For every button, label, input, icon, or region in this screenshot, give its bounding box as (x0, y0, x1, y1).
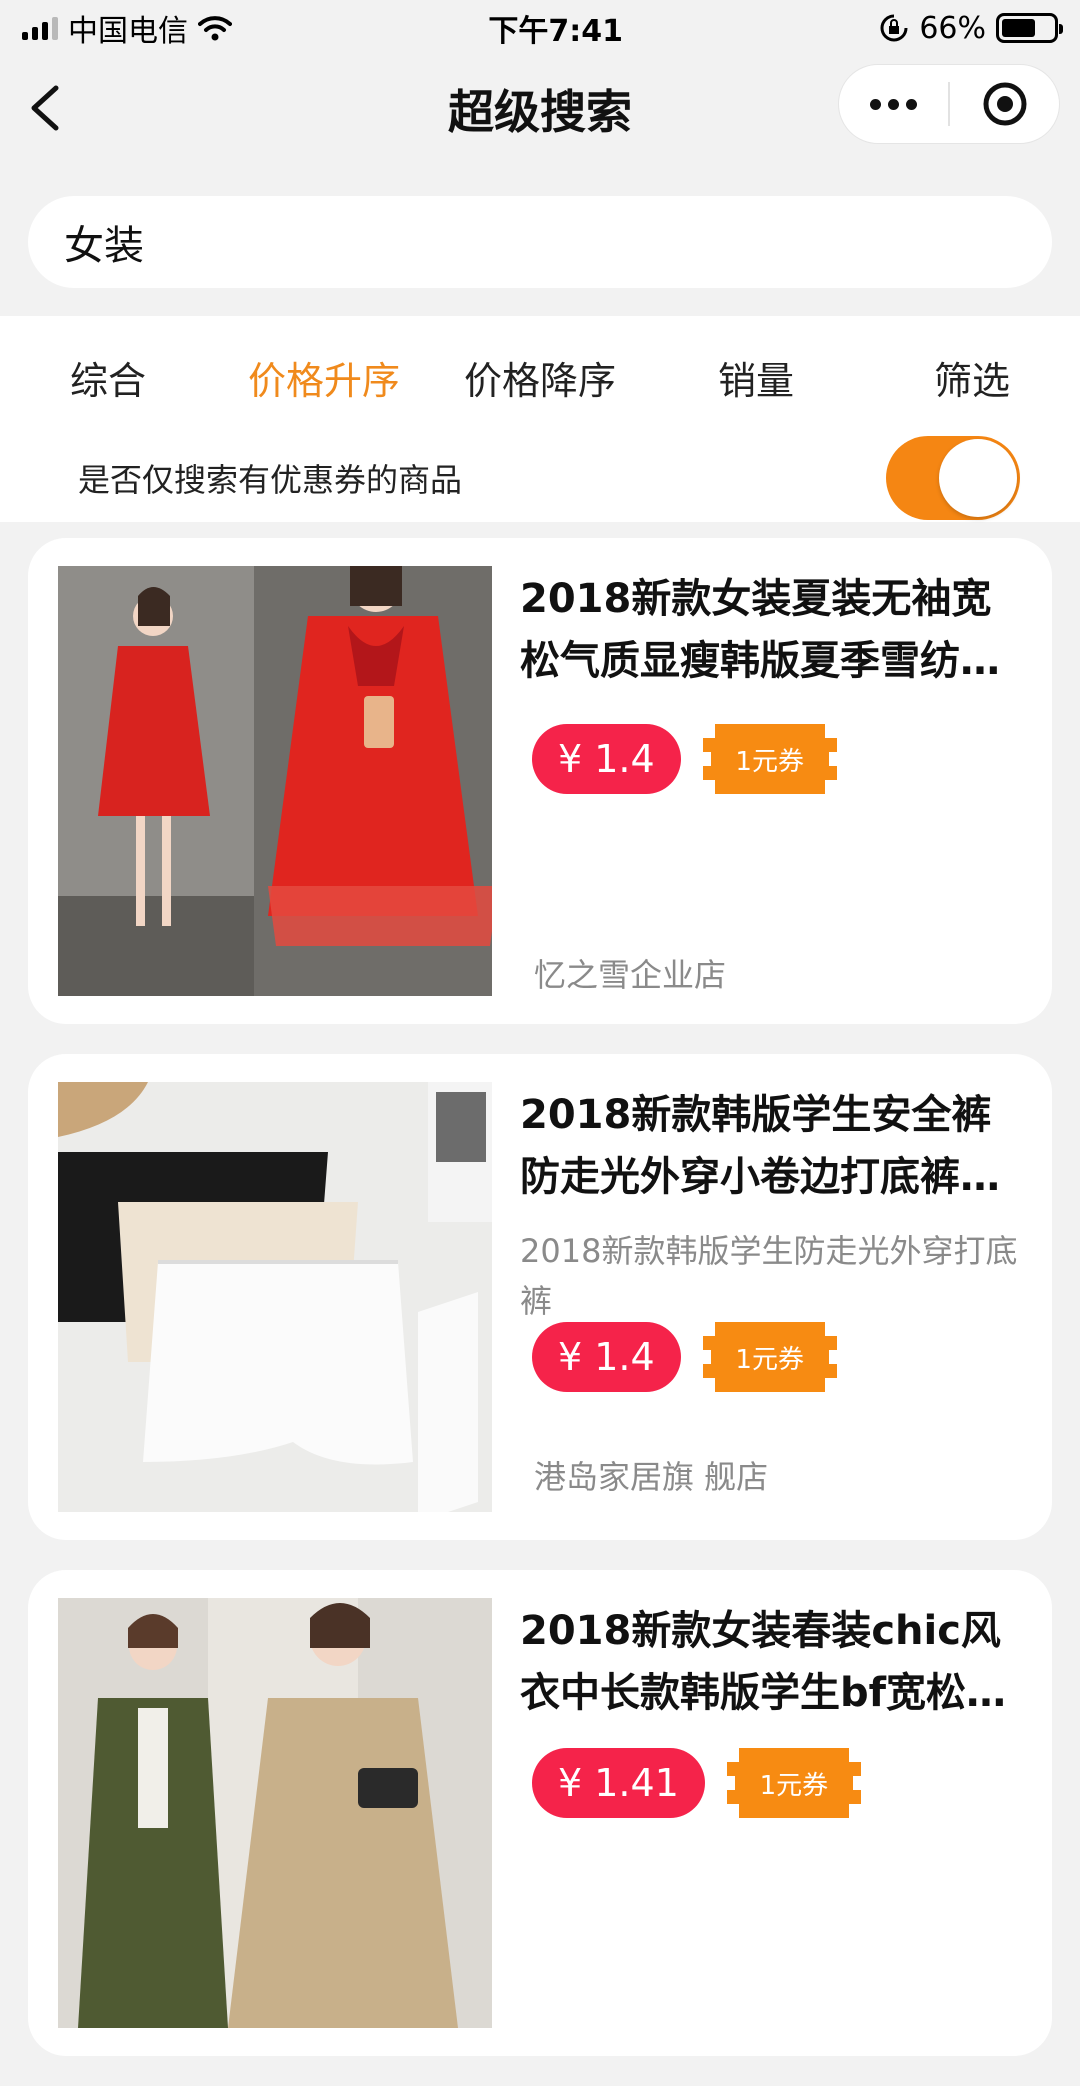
coupon-badge[interactable]: 1元券 (719, 1740, 869, 1826)
status-left: 中国电信 (22, 6, 232, 50)
price-tag: ¥ 1.4 (532, 724, 681, 794)
price-row: ¥ 1.4 1元券 (532, 1314, 845, 1400)
status-bar: 中国电信 下午7:41 66% (0, 0, 1080, 56)
coupon-label: 1元券 (735, 746, 804, 777)
product-image-trench-coat[interactable] (58, 1598, 492, 2028)
price-row: ¥ 1.41 1元券 (532, 1740, 869, 1826)
product-card[interactable]: 2018新款女装夏装无袖宽松气质显瘦韩版夏季雪纺… ¥ 1.4 1元券 忆之雪企… (28, 538, 1052, 1024)
mini-program-capsule (838, 64, 1060, 144)
carrier-label: 中国电信 (68, 14, 188, 49)
product-description: 2018新款韩版学生防走光外穿打底裤 (520, 1232, 1018, 1320)
toggle-knob (939, 439, 1017, 517)
product-list: 2018新款女装夏装无袖宽松气质显瘦韩版夏季雪纺… ¥ 1.4 1元券 忆之雪企… (28, 538, 1052, 2086)
product-title[interactable]: 2018新款女装夏装无袖宽松气质显瘦韩版夏季雪纺… (520, 568, 1030, 692)
nav-header: 超级搜索 (0, 56, 1080, 156)
shop-name[interactable]: 忆之雪企业店 (534, 950, 726, 996)
status-time: 下午7:41 (488, 14, 623, 49)
tab-sales[interactable]: 销量 (648, 346, 864, 416)
product-title[interactable]: 2018新款韩版学生安全裤防走光外穿小卷边打底裤… (520, 1084, 1030, 1208)
battery-icon (996, 13, 1063, 43)
coupon-badge[interactable]: 1元券 (695, 1314, 845, 1400)
shop-name[interactable]: 港岛家居旗 舰店 (534, 1452, 768, 1498)
filter-panel: 综合 价格升序 价格降序 销量 筛选 是否仅搜索有优惠券的商品 (0, 316, 1080, 522)
product-card[interactable]: 2018新款韩版学生安全裤防走光外穿小卷边打底裤… 2018新款韩版学生防走光外… (28, 1054, 1052, 1540)
search-value: 女装 (64, 223, 144, 269)
tab-price-asc[interactable]: 价格升序 (216, 346, 432, 416)
coupon-label: 1元券 (759, 1770, 829, 1801)
wifi-icon (198, 16, 232, 41)
product-title[interactable]: 2018新款女装春装chic风衣中长款韩版学生bf宽松… (520, 1600, 1030, 1724)
price-row: ¥ 1.4 1元券 (532, 716, 845, 802)
tab-comprehensive[interactable]: 综合 (0, 346, 216, 416)
coupon-only-toggle[interactable] (886, 436, 1020, 520)
battery-percent: 66% (919, 10, 986, 46)
product-image-safety-shorts[interactable] (58, 1082, 492, 1512)
signal-icon (22, 16, 58, 40)
rotation-lock-icon (880, 14, 908, 42)
price-tag: ¥ 1.41 (532, 1748, 705, 1818)
sort-tabs: 综合 价格升序 价格降序 销量 筛选 (0, 346, 1080, 416)
search-input[interactable]: 女装 (28, 196, 1052, 288)
coupon-label: 1元券 (735, 1344, 804, 1375)
price-tag: ¥ 1.4 (532, 1322, 681, 1392)
more-dots-icon[interactable] (839, 64, 948, 144)
product-card[interactable]: 2018新款女装春装chic风衣中长款韩版学生bf宽松… ¥ 1.41 1元券 (28, 1570, 1052, 2056)
target-circle-icon[interactable] (950, 64, 1059, 144)
tab-filter[interactable]: 筛选 (864, 346, 1080, 416)
coupon-only-label: 是否仅搜索有优惠券的商品 (78, 461, 463, 499)
status-right: 66% (879, 10, 1063, 46)
coupon-only-row: 是否仅搜索有优惠券的商品 (78, 436, 1020, 520)
battery-level (1002, 19, 1035, 37)
coupon-badge[interactable]: 1元券 (695, 716, 845, 802)
tab-price-desc[interactable]: 价格降序 (432, 346, 648, 416)
product-image-red-dress[interactable] (58, 566, 492, 996)
